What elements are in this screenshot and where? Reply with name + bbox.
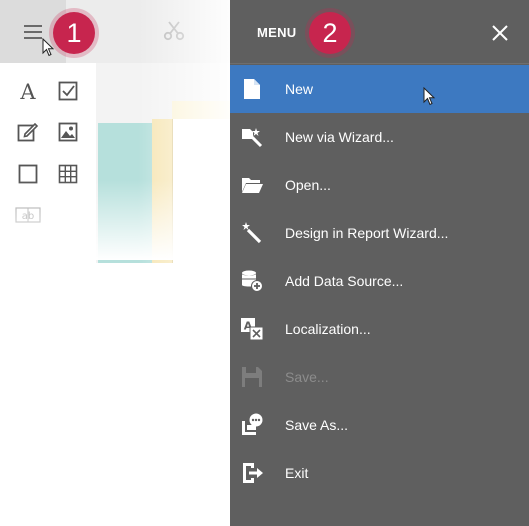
menu-item-add-data-source[interactable]: Add Data Source... [230,257,529,305]
checkbox-tool[interactable] [55,78,81,104]
table-tool-icon [58,164,78,184]
menu-item-save: Save... [230,353,529,401]
step-number: 1 [66,17,82,48]
toolbox-panel: A ab [0,63,96,243]
save-as-icon [242,413,263,435]
menu-item-label: Exit [285,465,309,481]
label-tool-icon: ab [15,207,41,223]
top-ruler [172,101,230,120]
designer-toolbar [0,0,230,63]
step-number: 2 [322,17,338,48]
picture-tool[interactable] [55,119,81,145]
menu-header: MENU [230,0,529,64]
menu-item-label: Open... [285,177,331,193]
report-page [173,119,230,263]
svg-text:A: A [19,80,36,102]
menu-title: MENU [257,25,297,40]
shape-tool[interactable] [15,161,41,187]
text-tool-icon: A [19,80,36,102]
mouse-cursor-icon [423,87,436,106]
menu-item-new[interactable]: New [230,65,529,113]
menu-item-label: Save As... [285,417,349,433]
report-band [98,123,152,263]
cut-icon[interactable] [163,20,185,42]
database-add-icon [242,270,263,292]
wizard-new-icon [242,128,263,148]
folder-open-icon [242,178,263,193]
main-menu-panel: MENU 2 New New via Wizard... Open... Des… [230,0,529,526]
menu-item-label: New via Wizard... [285,129,394,145]
magic-wand-icon [242,222,262,244]
menu-item-label: New [285,81,314,97]
step-badge-2: 2 [309,12,351,54]
table-tool[interactable] [55,161,81,187]
label-tool[interactable]: ab [15,202,41,228]
hamburger-icon [24,25,42,39]
shape-tool-icon [18,164,38,184]
richtext-tool-icon [17,122,39,142]
side-ruler [152,119,173,263]
menu-item-save-as[interactable]: Save As... [230,401,529,449]
step-badge-1: 1 [53,12,95,54]
save-icon [242,367,262,387]
richtext-tool[interactable] [15,119,41,145]
menu-item-label: Localization... [285,321,371,337]
exit-icon [243,463,263,483]
label-tool-text: ab [22,211,34,222]
menu-item-label: Add Data Source... [285,273,404,289]
mouse-cursor-icon [42,38,55,57]
menu-item-localization[interactable]: A Localization... [230,305,529,353]
design-surface [96,63,230,263]
translate-icon: A [241,318,264,341]
checkbox-tool-icon [58,81,78,101]
text-tool[interactable]: A [15,78,41,104]
report-designer-area: 1 A ab [0,0,230,526]
menu-item-open[interactable]: Open... [230,161,529,209]
menu-item-label: Save... [285,369,329,385]
menu-item-new-via-wizard[interactable]: New via Wizard... [230,113,529,161]
menu-item-exit[interactable]: Exit [230,449,529,497]
menu-item-label: Design in Report Wizard... [285,225,449,241]
new-document-icon [244,79,260,99]
picture-tool-icon [58,122,78,142]
menu-item-design-in-report-wizard[interactable]: Design in Report Wizard... [230,209,529,257]
close-icon[interactable] [488,21,512,45]
